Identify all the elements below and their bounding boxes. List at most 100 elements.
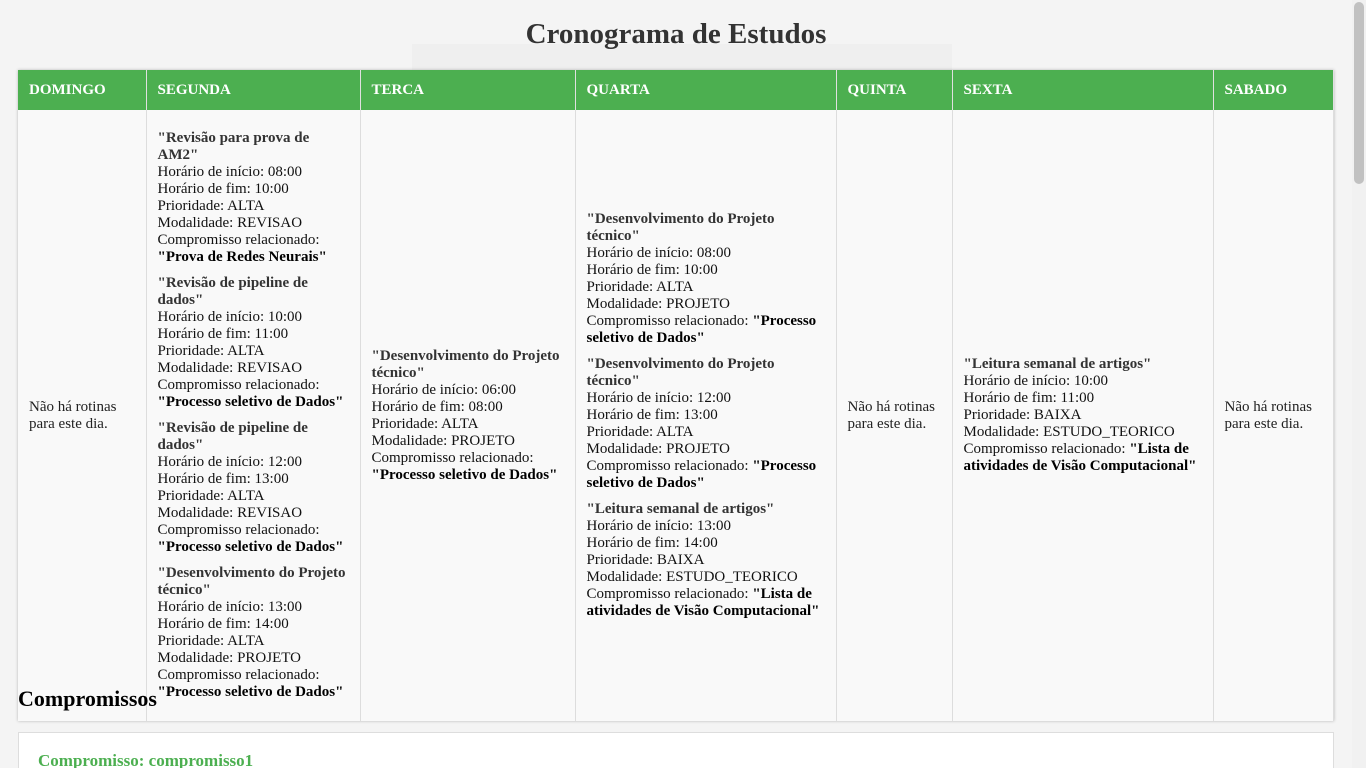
routine-title: "Revisão para prova de AM2" [157,130,310,163]
commitment-label: Compromisso relacionado: [157,522,320,538]
routine-item: "Leitura semanal de artigos" Horário de i… [587,501,825,620]
routine-end-time: Horário de fim: 13:00 [586,407,718,423]
commitment-label: Compromisso relacionado: [157,667,320,683]
routine-modality: Modalidade: REVISAO [157,360,303,376]
routine-item: "Revisão para prova de AM2" Horário de in… [158,130,349,266]
routine-modality: Modalidade: PROJETO [586,441,730,457]
routine-modality: Modalidade: REVISAO [157,215,303,231]
routine-title: "Leitura semanal de artigos" [586,501,775,517]
routine-priority: Prioridade: ALTA [157,198,265,214]
routine-end-time: Horário de fim: 10:00 [157,181,289,197]
day-header-domingo: DOMINGO [18,70,147,110]
commitment-label: Compromisso relacionado: [586,313,749,329]
routine-end-time: Horário de fim: 11:00 [963,390,1095,406]
routine-end-time: Horário de fim: 14:00 [586,535,718,551]
routine-end-time: Horário de fim: 08:00 [371,398,503,415]
routine-start-time: Horário de início: 10:00 [963,373,1109,389]
routine-commitment: Compromisso relacionado: "Processo selet… [587,458,825,492]
routine-start-time: Horário de início: 12:00 [157,454,303,470]
routine-item: "Leitura semanal de artigos" Horário de i… [964,356,1202,475]
routine-commitment: Compromisso relacionado: "Processo selet… [587,313,825,347]
routine-commitment: Compromisso relacionado: "Lista de ativi… [964,441,1202,475]
routine-title: "Desenvolvimento do Projeto técnico" [371,347,560,381]
day-header-segunda: SEGUNDA [146,70,361,110]
routine-title: "Desenvolvimento do Projeto técnico" [586,356,775,389]
routine-priority: Prioridade: ALTA [157,488,265,504]
scrollbar-thumb[interactable] [1354,2,1364,184]
routine-end-time: Horário de fim: 13:00 [157,471,289,487]
routine-priority: Prioridade: BAIXA [586,552,705,568]
routine-start-time: Horário de início: 12:00 [586,390,732,406]
day-cell-terca: "Desenvolvimento do Projeto técnico" Horá… [360,110,576,721]
commitment-label: Compromisso relacionado: [371,449,534,466]
day-cell-segunda: "Revisão para prova de AM2" Horário de in… [146,110,361,721]
routine-start-time: Horário de início: 08:00 [157,164,303,180]
commitment-name: "Processo seletivo de Dados" [371,466,558,483]
routine-item: "Desenvolvimento do Projeto técnico" Horá… [372,348,564,484]
day-cell-sexta: "Leitura semanal de artigos" Horário de i… [952,110,1214,721]
commitment-name: "Processo seletivo de Dados" [157,684,344,700]
commitment-label: Compromisso relacionado: [963,441,1126,457]
routine-priority: Prioridade: ALTA [586,424,694,440]
commitment-label: Compromisso relacionado: [586,586,749,602]
empty-day-message: Não há rotinas para este dia. [847,398,935,432]
day-header-quinta: QUINTA [836,70,953,110]
routine-commitment: Compromisso relacionado: "Lista de ativi… [587,586,825,620]
commitment-name: "Processo seletivo de Dados" [157,394,344,410]
vertical-scrollbar[interactable] [1352,0,1366,768]
routine-end-time: Horário de fim: 11:00 [157,326,289,342]
commitment-label: Compromisso relacionado: [586,458,749,474]
commitment-name: "Prova de Redes Neurais" [157,249,327,265]
routine-start-time: Horário de início: 10:00 [157,309,303,325]
routine-priority: Prioridade: ALTA [157,343,265,359]
day-cell-quarta: "Desenvolvimento do Projeto técnico" Horá… [575,110,837,721]
routine-priority: Prioridade: BAIXA [963,407,1082,423]
day-cell-sabado: Não há rotinas para este dia. [1213,110,1334,721]
routine-item: "Desenvolvimento do Projeto técnico" Horá… [587,211,825,347]
routine-modality: Modalidade: ESTUDO_TEORICO [586,569,798,585]
schedule-header-row: DOMINGO SEGUNDA TERCA QUARTA QUINTA SEXTA SABA… [18,70,1334,110]
page-title: Cronograma de Estudos [525,18,827,50]
day-header-terca: TERCA [360,70,576,110]
routine-start-time: Horário de início: 13:00 [157,599,303,615]
routine-commitment: Compromisso relacionado: "Processo selet… [372,450,564,484]
routine-commitment: Compromisso relacionado: "Processo selet… [158,667,349,701]
routine-modality: Modalidade: PROJETO [371,432,515,449]
day-cell-quinta: Não há rotinas para este dia. [836,110,953,721]
schedule-table: DOMINGO SEGUNDA TERCA QUARTA QUINTA SEXTA SABA… [18,70,1334,721]
day-header-sabado: SABADO [1213,70,1334,110]
routine-title: "Revisão de pipeline de dados" [157,420,308,453]
routine-priority: Prioridade: ALTA [157,633,265,649]
day-cell-domingo: Não há rotinas para este dia. [18,110,147,721]
commitment-card: Compromisso: compromisso1 [18,732,1334,768]
day-header-quarta: QUARTA [575,70,837,110]
routine-title: "Revisão de pipeline de dados" [157,275,308,308]
routine-title: "Desenvolvimento do Projeto técnico" [586,211,775,244]
commitment-title: Compromisso: compromisso1 [38,751,254,768]
page: Cronograma de Estudos DOMINGO SEGUNDA TERC… [0,0,1352,768]
routine-modality: Modalidade: REVISAO [157,505,303,521]
routine-item: "Revisão de pipeline de dados" Horário de… [158,275,349,411]
routine-start-time: Horário de início: 06:00 [371,381,517,398]
routine-modality: Modalidade: PROJETO [157,650,301,666]
routine-commitment: Compromisso relacionado: "Processo selet… [158,377,349,411]
routine-item: "Desenvolvimento do Projeto técnico" Horá… [587,356,825,492]
routine-title: "Desenvolvimento do Projeto técnico" [157,565,346,598]
routine-title: "Leitura semanal de artigos" [963,356,1152,372]
empty-day-message: Não há rotinas para este dia. [1224,398,1312,432]
commitment-label: Compromisso relacionado: [157,232,320,248]
routine-priority: Prioridade: ALTA [371,415,479,432]
day-header-sexta: SEXTA [952,70,1214,110]
routine-item: "Revisão de pipeline de dados" Horário de… [158,420,349,556]
routine-end-time: Horário de fim: 10:00 [586,262,718,278]
commitment-name: "Processo seletivo de Dados" [157,539,344,555]
routine-modality: Modalidade: ESTUDO_TEORICO [963,424,1175,440]
routine-start-time: Horário de início: 08:00 [586,245,732,261]
routine-priority: Prioridade: ALTA [586,279,694,295]
routine-end-time: Horário de fim: 14:00 [157,616,289,632]
routine-modality: Modalidade: PROJETO [586,296,730,312]
routine-start-time: Horário de início: 13:00 [586,518,732,534]
routine-commitment: Compromisso relacionado: "Prova de Redes… [158,232,349,266]
schedule-body-row: Não há rotinas para este dia. "Revisão pa… [18,110,1334,721]
commitments-heading: Compromissos [18,686,157,711]
